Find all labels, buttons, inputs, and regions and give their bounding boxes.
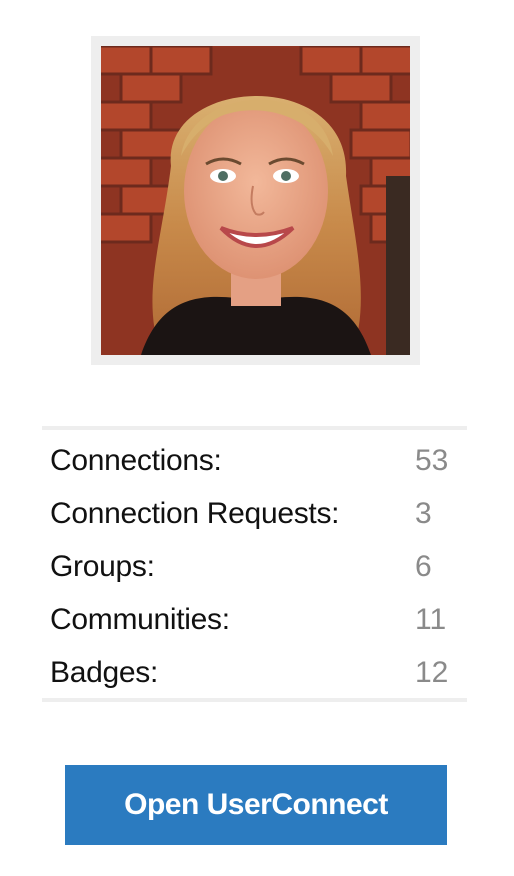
profile-photo-frame <box>91 36 420 365</box>
stat-row-connections[interactable]: Connections: 53 <box>42 436 467 489</box>
stat-row-communities[interactable]: Communities: 11 <box>42 595 467 648</box>
stat-row-badges[interactable]: Badges: 12 <box>42 648 467 701</box>
stat-label: Connection Requests: <box>50 497 340 530</box>
stat-label: Badges: <box>50 656 158 689</box>
stat-value: 6 <box>415 550 432 583</box>
stat-label: Groups: <box>50 550 155 583</box>
stat-value: 11 <box>415 603 447 636</box>
stat-value: 53 <box>415 444 449 477</box>
stat-value: 12 <box>415 656 449 689</box>
stat-row-connection-requests[interactable]: Connection Requests: 3 <box>42 489 467 542</box>
stat-row-groups[interactable]: Groups: 6 <box>42 542 467 595</box>
open-userconnect-button[interactable]: Open UserConnect <box>65 765 447 845</box>
user-profile-panel: Connections: 53 Connection Requests: 3 G… <box>0 0 514 876</box>
profile-stats-list: Connections: 53 Connection Requests: 3 G… <box>42 426 467 702</box>
stat-value: 3 <box>415 497 432 530</box>
stat-label: Communities: <box>50 603 230 636</box>
profile-photo <box>101 46 410 355</box>
stat-label: Connections: <box>50 444 222 477</box>
